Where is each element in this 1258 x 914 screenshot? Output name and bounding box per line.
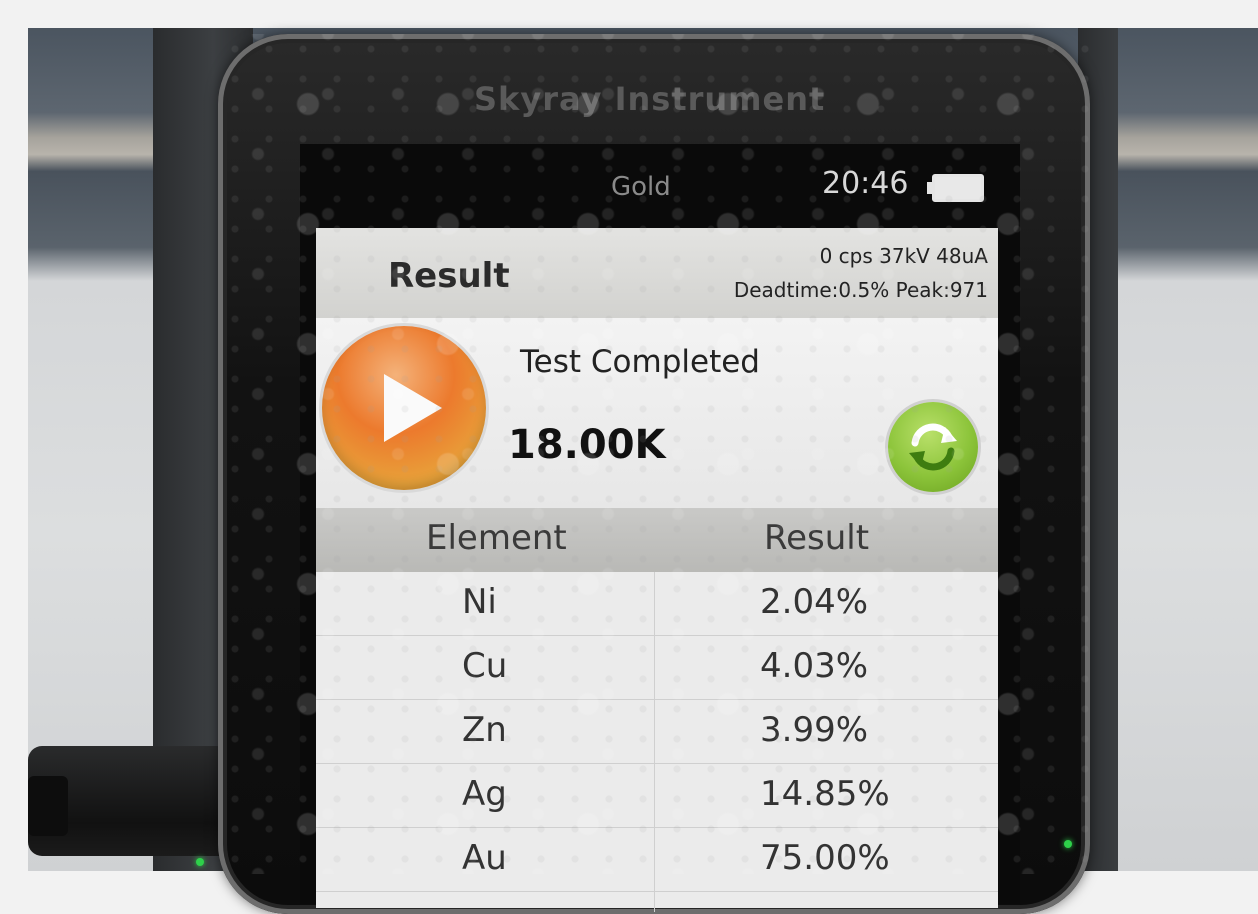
refresh-button[interactable] — [888, 402, 978, 492]
result-cell: 75.00% — [760, 838, 890, 878]
element-cell: Ag — [462, 774, 507, 814]
cable-plug — [28, 776, 68, 836]
column-header-element: Element — [426, 518, 567, 558]
test-status: Test Completed — [520, 344, 760, 380]
table-row: Au 75.00% — [316, 828, 998, 892]
count-rate-voltage-current: 0 cps 37kV 48uA — [819, 244, 988, 268]
test-panel: Test Completed 18.00K — [316, 318, 998, 508]
result-cell: 4.03% — [760, 646, 869, 686]
table-row: Ni 2.04% — [316, 572, 998, 636]
refresh-icon — [909, 423, 957, 471]
results-table-body: Ni 2.04% Cu 4.03% Zn 3.99% Ag 14.85% Au … — [316, 572, 998, 892]
status-bar: Gold 20:46 — [300, 144, 1020, 224]
result-cell: 3.99% — [760, 710, 869, 750]
status-led-left — [196, 858, 204, 866]
page-title: Result — [388, 256, 510, 296]
column-header-result: Result — [764, 518, 870, 558]
element-cell: Zn — [462, 710, 507, 750]
clock: 20:46 — [822, 166, 909, 201]
device-screen: Gold 20:46 Result 0 cps 37kV 48uA Deadti… — [300, 144, 1020, 912]
element-cell: Cu — [462, 646, 508, 686]
result-cell: 14.85% — [760, 774, 890, 814]
table-row: Ag 14.85% — [316, 764, 998, 828]
start-test-button[interactable] — [322, 326, 486, 490]
deadtime-peak: Deadtime:0.5% Peak:971 — [733, 278, 988, 302]
device-brand: Skyray Instrument — [474, 80, 826, 118]
play-icon — [384, 374, 442, 442]
element-cell: Ni — [462, 582, 497, 622]
result-cell: 2.04% — [760, 582, 869, 622]
mode-label: Gold — [611, 172, 671, 202]
table-row: Cu 4.03% — [316, 636, 998, 700]
battery-full-icon — [927, 174, 984, 202]
result-header: Result 0 cps 37kV 48uA Deadtime:0.5% Pea… — [316, 228, 998, 318]
status-led-right — [1064, 840, 1072, 848]
result-app: Result 0 cps 37kV 48uA Deadtime:0.5% Pea… — [316, 228, 998, 912]
results-table-header: Element Result — [316, 508, 998, 572]
total-counts: 18.00K — [508, 422, 666, 468]
element-cell: Au — [462, 838, 507, 878]
column-divider — [654, 572, 655, 912]
table-row: Zn 3.99% — [316, 700, 998, 764]
